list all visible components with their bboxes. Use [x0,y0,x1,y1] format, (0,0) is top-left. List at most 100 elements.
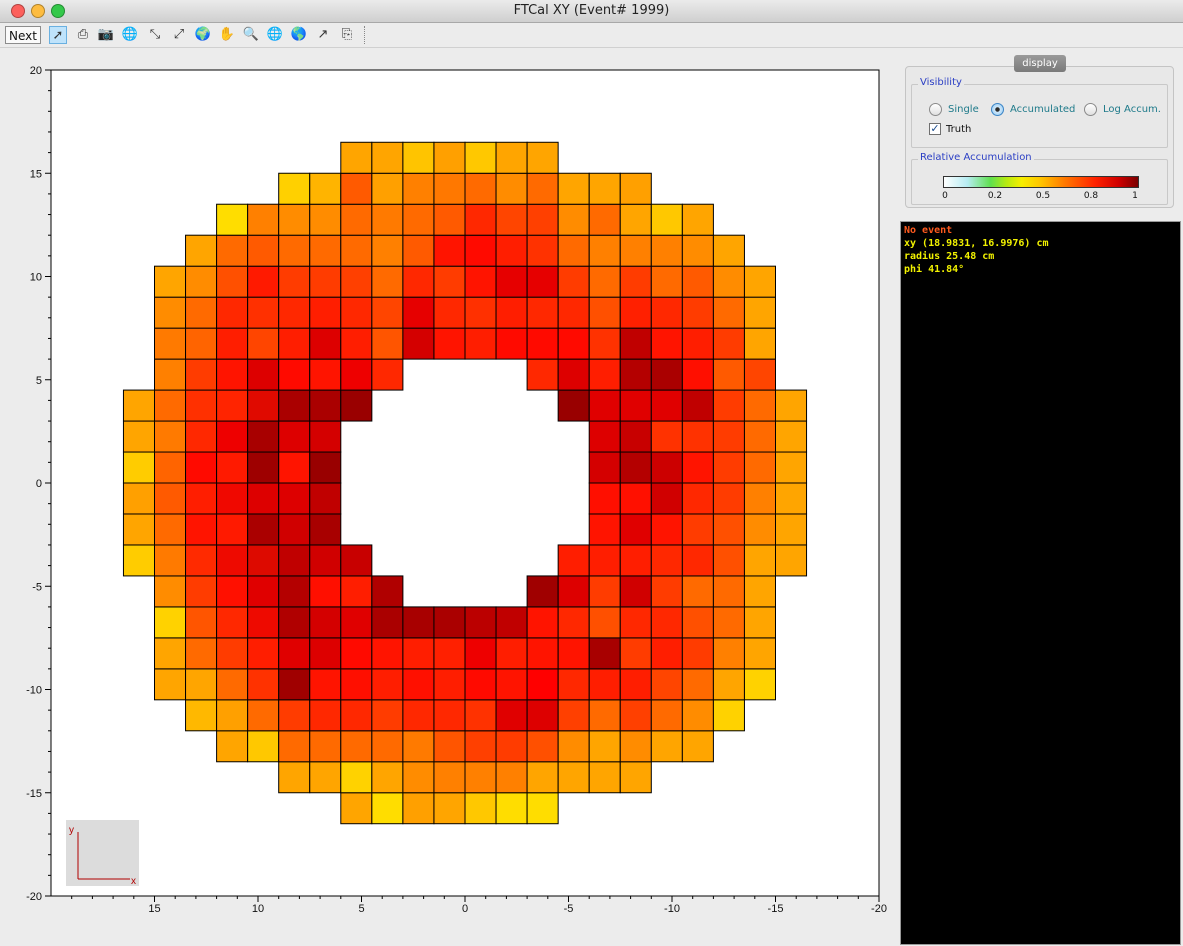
calorimeter-cell [309,420,342,453]
calorimeter-cell [650,358,683,391]
calorimeter-cell [619,606,652,639]
calorimeter-cell [185,296,218,329]
calorimeter-cell [247,606,280,639]
calorimeter-cell [402,141,435,174]
calorimeter-cell [681,358,714,391]
y-tick-label: -20 [26,891,42,903]
globe-icon[interactable]: 🌍 [194,26,212,44]
print-icon[interactable]: ⎙ [74,26,92,44]
world-refresh-icon[interactable]: 🌐 [121,26,139,44]
calorimeter-cell [216,606,249,639]
calorimeter-cell [526,575,559,608]
magnifier-icon[interactable]: 🔍 [242,26,260,44]
calorimeter-cell [650,327,683,360]
calorimeter-cell [371,606,404,639]
calorimeter-cell [650,389,683,422]
calorimeter-cell [650,730,683,763]
calorimeter-cell [433,637,466,670]
calorimeter-cell [619,358,652,391]
calorimeter-cell [495,265,528,298]
calorimeter-cell [650,606,683,639]
calorimeter-cell [619,699,652,732]
calorimeter-cell [309,668,342,701]
calorimeter-cell [650,513,683,546]
accumulated-label: Accumulated [1010,104,1076,115]
calorimeter-cell [309,234,342,267]
calorimeter-cell [185,358,218,391]
calorimeter-cell [216,327,249,360]
calorimeter-cell [557,389,590,422]
x-tick-label: 10 [252,903,264,915]
relative-accumulation-group: Relative Accumulation 0 0.2 0.5 0.8 1 [911,152,1168,205]
calorimeter-cell [154,451,187,484]
accumulated-radio[interactable] [991,103,1004,116]
calorimeter-cell [309,544,342,577]
calorimeter-cell [154,358,187,391]
calorimeter-cell [402,327,435,360]
calorimeter-cell [588,730,621,763]
next-button[interactable]: Next [5,26,41,44]
calorimeter-cell [247,637,280,670]
calorimeter-cell [371,761,404,794]
single-radio[interactable] [929,103,942,116]
arrow-icon[interactable]: ↗ [314,26,332,44]
calorimeter-cell [216,699,249,732]
camera-icon[interactable]: 📷 [97,26,115,44]
shrink-icon[interactable]: ⤡ [146,26,164,44]
calorimeter-cell [433,761,466,794]
calorimeter-cell [775,544,808,577]
calorimeter-cell [588,234,621,267]
calorimeter-cell [619,327,652,360]
calorimeter-cell [216,389,249,422]
calorimeter-cell [681,544,714,577]
calorimeter-cell [278,668,311,701]
calorimeter-cell [588,544,621,577]
calorimeter-cell [557,296,590,329]
truth-checkbox[interactable]: ✓ [929,123,941,135]
x-tick-label: -15 [768,903,784,915]
calorimeter-cell [743,637,777,670]
calorimeter-cell [216,451,249,484]
calorimeter-cell [340,203,373,236]
calorimeter-cell [557,730,590,763]
inset-y-label: y [69,825,74,836]
calorimeter-cell [185,234,218,267]
calorimeter-cell [340,761,373,794]
pointer-icon[interactable]: ➚ [49,26,67,44]
calorimeter-cell [216,575,249,608]
calorimeter-cell [247,296,280,329]
calorimeter-cell [216,234,249,267]
calorimeter-cell [247,203,280,236]
calorimeter-cell [371,172,404,205]
calorimeter-cell [402,606,435,639]
y-tick-label: 15 [30,168,42,180]
calorimeter-cell [588,451,621,484]
calorimeter-cell [619,482,652,515]
globe-zoom-icon[interactable]: 🌐 [266,26,284,44]
calorimeter-cell [588,327,621,360]
document-icon[interactable]: ⎘ [338,26,356,44]
hand-icon[interactable]: ✋ [218,26,236,44]
calorimeter-cell [247,451,280,484]
calorimeter-cell [743,668,777,701]
calorimeter-cell [464,792,497,825]
calorimeter-cell [712,296,745,329]
globe-center-icon[interactable]: 🌎 [290,26,308,44]
calorimeter-cell [712,637,745,670]
display-tab[interactable]: display [1014,55,1066,72]
calorimeter-cell [588,172,621,205]
calorimeter-cell [557,761,590,794]
calorimeter-cell [247,668,280,701]
calorimeter-cell [526,234,559,267]
log-accum-radio[interactable] [1084,103,1097,116]
calorimeter-cell [309,482,342,515]
calorimeter-cell [122,513,155,546]
expand-icon[interactable]: ⤢ [170,26,188,44]
calorimeter-cell [185,420,218,453]
display-panel: Visibility Single Accumulated Log Accum.… [905,66,1174,208]
x-tick-label: 0 [462,903,468,915]
calorimeter-cell [588,637,621,670]
calorimeter-cell [650,265,683,298]
ftcal-xy-plot[interactable]: 15 10 5 0 -5 -10 -15 -20 20 15 10 5 0 -5 -10 -15 -20 y x [0,48,900,946]
calorimeter-cell [557,327,590,360]
